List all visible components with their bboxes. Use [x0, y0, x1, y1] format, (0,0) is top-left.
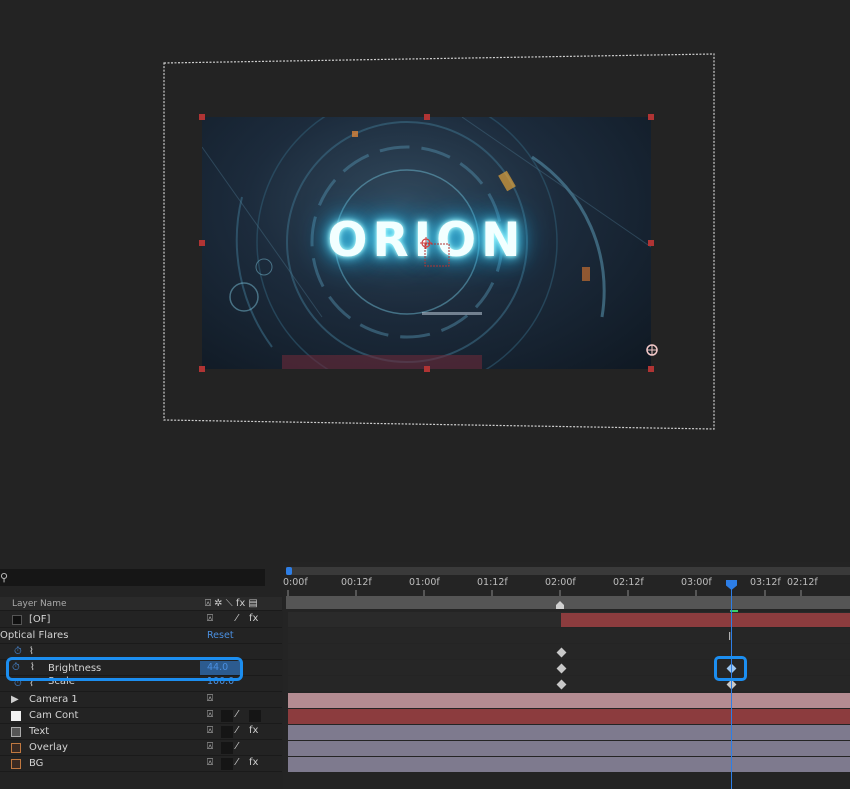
property-track-optical-flares — [288, 628, 850, 643]
search-icon: ⚲ — [0, 571, 9, 584]
quality-switch[interactable]: ⁄ — [236, 613, 238, 624]
property-track-brightness — [288, 660, 850, 675]
layer-row-bg[interactable]: BG ⍓ ⁄ fx — [0, 756, 282, 772]
fx-switch[interactable]: fx — [249, 725, 258, 736]
ruler-label: 01:00f — [409, 577, 440, 588]
layer-name[interactable]: Camera 1 — [29, 694, 78, 705]
time-graph[interactable]: 0:00f 00:12f 01:00f 01:12f 02:00f 02:12f… — [283, 562, 850, 789]
quality-switch[interactable]: ⁄ — [236, 725, 238, 736]
quality-switch[interactable]: ⁄ — [236, 741, 238, 752]
layer-bar-text[interactable] — [288, 725, 850, 740]
layer-color-swatch — [11, 711, 21, 721]
shy-switch[interactable]: ⍓ — [207, 613, 213, 624]
switches-header[interactable]: ⍓ ✲ ⟍ fx ▤ — [205, 598, 258, 609]
effect-row-optical-flares[interactable]: Optical Flares Reset — [0, 628, 282, 644]
footage-icon — [11, 759, 21, 769]
layer-color-swatch — [12, 615, 22, 625]
time-navigator-start-handle[interactable] — [286, 567, 292, 575]
ruler-label: 03:00f — [681, 577, 712, 588]
fx-switch[interactable]: fx — [249, 757, 258, 768]
layer-bar-bg[interactable] — [288, 757, 850, 772]
ruler-label: 02:12f — [613, 577, 644, 588]
ruler-label: 02:00f — [545, 577, 576, 588]
property-track-scale — [288, 676, 850, 691]
ruler-label: 00:12f — [341, 577, 372, 588]
transform-handle-br[interactable] — [648, 366, 654, 372]
transform-handle-tl[interactable] — [199, 114, 205, 120]
ruler-label: 03:12f — [750, 577, 781, 588]
ruler-label: 01:12f — [477, 577, 508, 588]
current-time-indicator-head[interactable] — [726, 580, 737, 590]
layer-name[interactable]: [OF] — [29, 614, 50, 625]
shy-switch[interactable]: ⍓ — [207, 757, 213, 768]
switch-slot[interactable] — [221, 758, 233, 770]
transform-handle-tc[interactable] — [424, 114, 430, 120]
shy-switch[interactable]: ⍓ — [207, 725, 213, 736]
quality-switch[interactable]: ⁄ — [236, 709, 238, 720]
layer-name[interactable]: Text — [29, 726, 49, 737]
work-area-bar[interactable] — [286, 596, 850, 609]
layer-name[interactable]: Cam Cont — [29, 710, 78, 721]
layer-bar-cam-cont[interactable] — [288, 709, 850, 724]
layer-row-cam-cont[interactable]: Cam Cont ⍓ ⁄ — [0, 708, 282, 724]
transform-handle-tr[interactable] — [648, 114, 654, 120]
current-time-indicator-line[interactable] — [731, 582, 732, 789]
composition-viewer[interactable]: ORION — [0, 0, 850, 562]
effect-reset-link[interactable]: Reset — [207, 630, 234, 641]
fx-switch[interactable]: fx — [249, 613, 258, 624]
composition-icon — [11, 727, 21, 737]
transform-handle-bl[interactable] — [199, 366, 205, 372]
layer-row-text[interactable]: Text ⍓ ⁄ fx — [0, 724, 282, 740]
footage-icon — [11, 743, 21, 753]
graph-icon[interactable]: ⌇ — [29, 646, 34, 657]
shy-switch[interactable]: ⍓ — [207, 693, 213, 704]
layer-name[interactable]: Overlay — [29, 742, 68, 753]
transform-handle-ml[interactable] — [199, 240, 205, 246]
keyframe-highlight — [714, 656, 747, 681]
layer-row-overlay[interactable]: Overlay ⍓ ⁄ — [0, 740, 282, 756]
brightness-property-highlight — [6, 657, 243, 681]
time-navigator-bar[interactable] — [286, 567, 850, 575]
property-value[interactable]: 1928.6,994.0 — [207, 652, 270, 654]
layer-row-camera-1[interactable]: ▶ Camera 1 ⍓ — [0, 692, 282, 708]
ruler-label: 02:12f — [787, 577, 818, 588]
layer-bar-of[interactable] — [561, 613, 850, 627]
layer-column-header: Layer Name ⍓ ✲ ⟍ fx ▤ — [0, 597, 282, 611]
layer-name[interactable]: BG — [29, 758, 43, 769]
shy-switch[interactable]: ⍓ — [207, 741, 213, 752]
anchor-point[interactable] — [202, 117, 651, 369]
switch-slot[interactable] — [249, 710, 261, 722]
effect-name[interactable]: Optical Flares — [0, 630, 68, 641]
stopwatch-icon[interactable]: ⏱ — [14, 646, 22, 657]
transform-handle-bc[interactable] — [424, 366, 430, 372]
layer-row-of[interactable]: [OF] ⍓ ⁄ fx — [0, 612, 282, 628]
layer-bar-camera-1[interactable] — [288, 693, 850, 708]
layer-bar-overlay[interactable] — [288, 741, 850, 756]
shy-switch[interactable]: ⍓ — [207, 709, 213, 720]
camera-icon: ▶ — [11, 694, 19, 705]
footage-layer[interactable]: ORION — [202, 117, 651, 369]
layer-name-header[interactable]: Layer Name — [12, 599, 67, 609]
transform-handle-mr[interactable] — [648, 240, 654, 246]
property-name: Position XY — [48, 643, 104, 654]
layer-search-input[interactable]: ⚲ — [0, 569, 265, 586]
property-track-position — [288, 644, 850, 659]
quality-switch[interactable]: ⁄ — [236, 757, 238, 768]
ruler-label: 0:00f — [283, 577, 308, 588]
layer-list: [OF] ⍓ ⁄ fx Optical Flares Reset ⏱ ⌇ Pos… — [0, 612, 282, 789]
switch-slot[interactable] — [221, 726, 233, 738]
switch-slot[interactable] — [221, 742, 233, 754]
switch-slot[interactable] — [221, 710, 233, 722]
flare-position-target-icon[interactable] — [645, 343, 659, 357]
